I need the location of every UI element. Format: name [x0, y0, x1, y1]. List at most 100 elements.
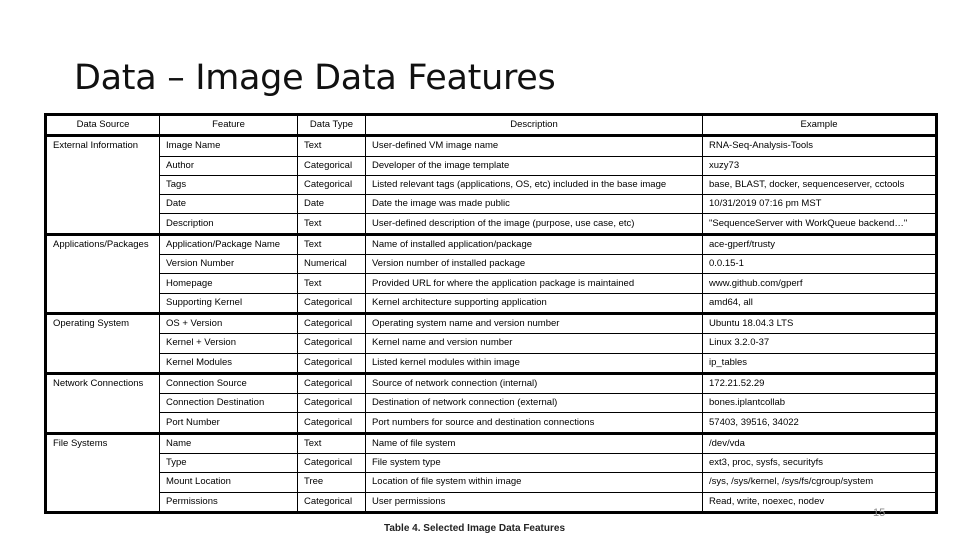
- cell-feature: Author: [159, 155, 298, 176]
- cell-example: ext3, proc, sysfs, securityfs: [702, 453, 937, 474]
- cell-description: Kernel name and version number: [365, 333, 703, 354]
- cell-data-source: Operating System: [45, 312, 160, 375]
- cell-feature: Name: [159, 432, 298, 455]
- cell-data-type: Categorical: [297, 491, 366, 514]
- header-feature: Feature: [159, 113, 298, 138]
- table-row: Applications/Packages Application/Package…: [45, 233, 937, 315]
- cell-feature: Description: [159, 213, 298, 236]
- table-row: Version Number Numerical Version number of…: [46, 254, 937, 275]
- cell-feature: OS + Version: [159, 312, 298, 335]
- cell-data-type: Categorical: [297, 155, 366, 176]
- cell-data-type: Tree: [297, 472, 366, 493]
- cell-example: 10/31/2019 07:16 pm MST: [702, 194, 937, 215]
- cell-feature: Permissions: [159, 491, 298, 514]
- table-row: Port Number Categorical Port numbers for s…: [46, 412, 937, 435]
- cell-description: Listed relevant tags (applications, OS, …: [365, 174, 703, 196]
- table-row: Kernel + Version Categorical Kernel name a…: [46, 333, 937, 354]
- header-data-source: Data Source: [45, 113, 160, 138]
- cell-data-type: Text: [297, 135, 366, 157]
- page-number: 15: [873, 507, 886, 519]
- cell-data-type: Categorical: [297, 372, 366, 395]
- cell-data-type: Text: [297, 273, 366, 294]
- cell-description: User-defined description of the image (p…: [365, 213, 703, 236]
- cell-description: File system type: [365, 453, 703, 474]
- cell-feature: Type: [159, 453, 298, 474]
- table-row: Supporting Kernel Categorical Kernel archi…: [46, 292, 937, 315]
- table-row: Date Date Date the image was made public 10…: [46, 194, 937, 215]
- table-row: External Information Image Name Text User-d…: [45, 135, 937, 236]
- cell-data-type: Text: [297, 432, 366, 455]
- cell-description: Port numbers for source and destination …: [365, 412, 703, 435]
- cell-feature: Kernel Modules: [159, 352, 298, 375]
- cell-description: Destination of network connection (exter…: [365, 393, 703, 414]
- table-row: Description Text User-defined description …: [46, 213, 937, 236]
- cell-data-type: Categorical: [297, 412, 366, 435]
- cell-data-type: Categorical: [297, 352, 366, 375]
- cell-feature: Tags: [159, 174, 298, 196]
- cell-description: Developer of the image template: [365, 155, 703, 176]
- cell-data-type: Text: [297, 213, 366, 236]
- table-row: Network Connections Connection Source Cate…: [45, 372, 937, 435]
- cell-description: Name of installed application/package: [365, 233, 703, 256]
- table-header-row: Data Source Feature Data Type Descriptio…: [45, 113, 937, 138]
- cell-data-source: File Systems: [45, 432, 160, 514]
- cell-example: Read, write, noexec, nodev: [702, 491, 937, 514]
- header-description: Description: [365, 113, 703, 138]
- cell-description: Date the image was made public: [365, 194, 703, 215]
- cell-description: Operating system name and version number: [365, 312, 703, 335]
- table-row: File Systems Name Text Name of file system /…: [45, 432, 937, 514]
- cell-data-type: Date: [297, 194, 366, 215]
- cell-example: bones.iplantcollab: [702, 393, 937, 414]
- table-row: Kernel Modules Categorical Listed kernel m…: [46, 352, 937, 375]
- cell-example: www.github.com/gperf: [702, 273, 937, 294]
- cell-example: 57403, 39516, 34022: [702, 412, 937, 435]
- cell-feature: Mount Location: [159, 472, 298, 493]
- cell-feature: Connection Source: [159, 372, 298, 395]
- cell-feature: Homepage: [159, 273, 298, 294]
- cell-description: Location of file system within image: [365, 472, 703, 493]
- cell-feature: Supporting Kernel: [159, 292, 298, 315]
- cell-example: RNA-Seq-Analysis-Tools: [702, 135, 937, 157]
- cell-feature: Kernel + Version: [159, 333, 298, 354]
- cell-data-type: Categorical: [297, 292, 366, 315]
- cell-feature: Version Number: [159, 254, 298, 275]
- cell-description: Provided URL for where the application p…: [365, 273, 703, 294]
- cell-data-type: Text: [297, 233, 366, 256]
- cell-example: Linux 3.2.0-37: [702, 333, 937, 354]
- cell-feature: Connection Destination: [159, 393, 298, 414]
- image-data-features-table: Data Source Feature Data Type Descriptio…: [44, 113, 938, 514]
- cell-data-type: Categorical: [297, 333, 366, 354]
- header-data-type: Data Type: [297, 113, 366, 138]
- cell-description: User permissions: [365, 491, 703, 514]
- cell-data-type: Categorical: [297, 453, 366, 474]
- table-row: Operating System OS + Version Categorical O…: [45, 312, 937, 375]
- cell-example: xuzy73: [702, 155, 937, 176]
- cell-data-source: Applications/Packages: [45, 233, 160, 315]
- cell-example: /dev/vda: [702, 432, 937, 455]
- cell-data-type: Categorical: [297, 312, 366, 335]
- cell-example: ip_tables: [702, 352, 937, 375]
- cell-example: 0.0.15-1: [702, 254, 937, 275]
- cell-example: /sys, /sys/kernel, /sys/fs/cgroup/system: [702, 472, 937, 493]
- cell-description: Source of network connection (internal): [365, 372, 703, 395]
- cell-description: Name of file system: [365, 432, 703, 455]
- header-example: Example: [702, 113, 937, 138]
- cell-example: 172.21.52.29: [702, 372, 937, 395]
- cell-description: User-defined VM image name: [365, 135, 703, 157]
- table-body: External Information Image Name Text User-d…: [45, 135, 937, 514]
- cell-example: base, BLAST, docker, sequenceserver, cct…: [702, 174, 937, 196]
- table-row: Type Categorical File system type ext3, pro…: [46, 453, 937, 474]
- table-row: Permissions Categorical User permissions Re…: [46, 491, 937, 514]
- cell-feature: Application/Package Name: [159, 233, 298, 256]
- cell-data-type: Categorical: [297, 174, 366, 196]
- table-row: Homepage Text Provided URL for where the a…: [46, 273, 937, 294]
- slide-title: Data – Image Data Features: [74, 58, 556, 98]
- cell-feature: Port Number: [159, 412, 298, 435]
- cell-description: Version number of installed package: [365, 254, 703, 275]
- cell-description: Listed kernel modules within image: [365, 352, 703, 375]
- cell-example: ace-gperf/trusty: [702, 233, 937, 256]
- table-row: Connection Destination Categorical Destina…: [46, 393, 937, 414]
- cell-feature: Image Name: [159, 135, 298, 157]
- cell-example: Ubuntu 18.04.3 LTS: [702, 312, 937, 335]
- cell-data-source: External Information: [45, 135, 160, 236]
